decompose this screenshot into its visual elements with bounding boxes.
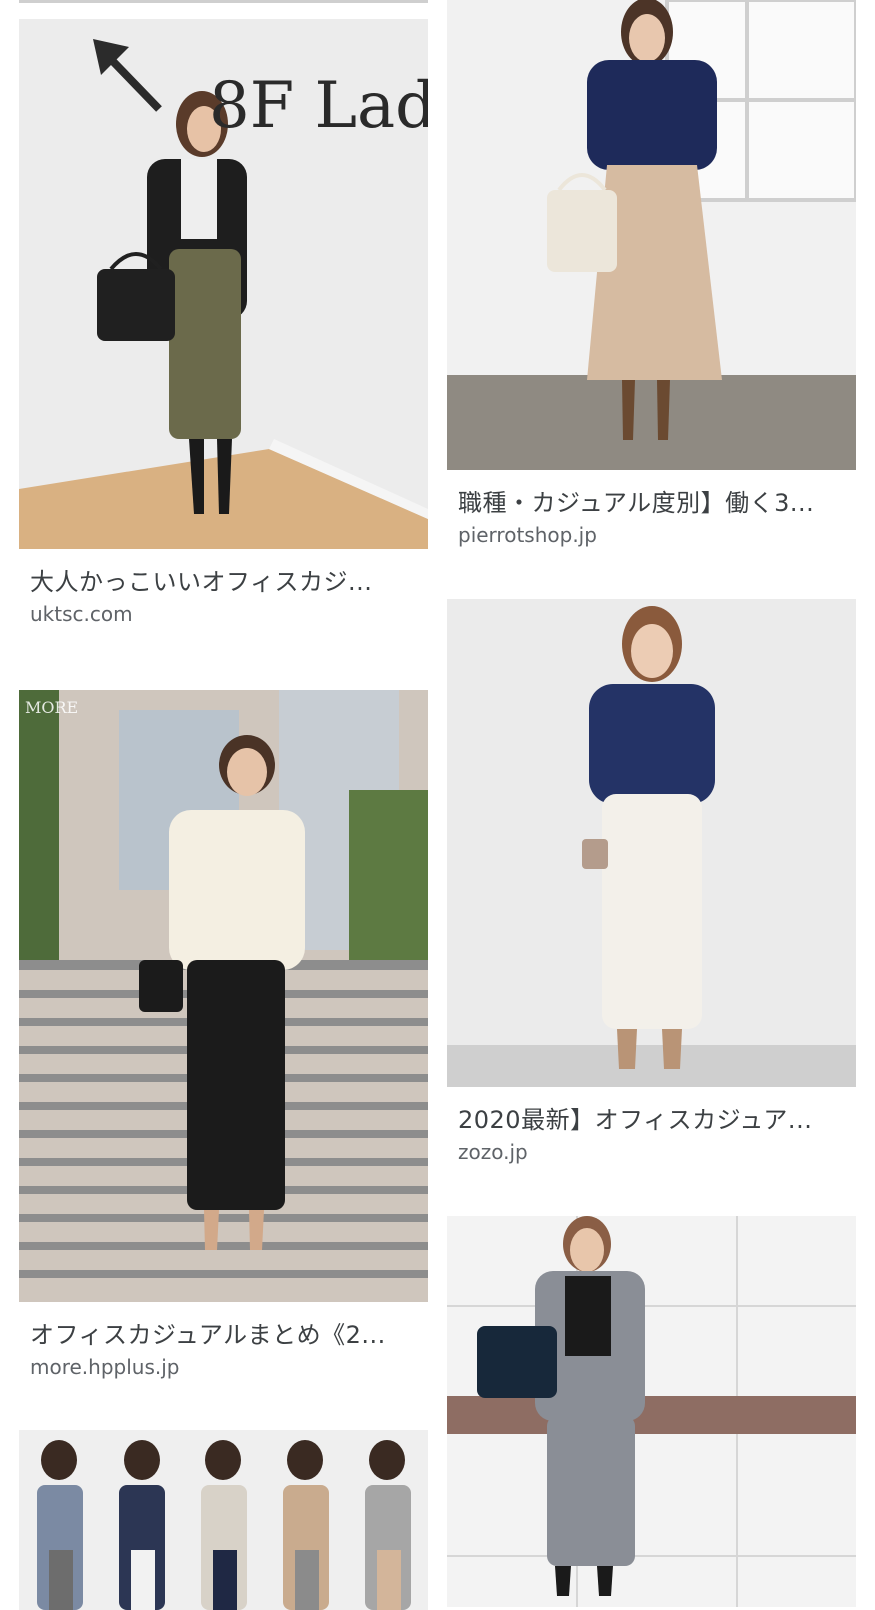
result-card[interactable]: 2020最新】オフィスカジュア... zozo.jp (447, 599, 856, 1187)
result-source[interactable]: more.hpplus.jp (19, 1350, 428, 1380)
result-source[interactable]: uktsc.com (19, 597, 428, 627)
watermark-text: MORE (25, 698, 79, 717)
result-image[interactable]: MORE (19, 690, 428, 1302)
result-image[interactable] (447, 0, 856, 470)
result-card[interactable]: 8F Ladie 大人かっこいいオフィスカジ... uktsc.com (19, 19, 428, 649)
result-caption: 2020最新】オフィスカジュア... zozo.jp (447, 1087, 856, 1187)
result-image[interactable] (447, 599, 856, 1087)
result-image[interactable] (19, 1430, 428, 1610)
result-caption: 大人かっこいいオフィスカジ... uktsc.com (19, 549, 428, 649)
result-caption: 職種・カジュアル度別】働く3... pierrotshop.jp (447, 470, 856, 570)
result-image[interactable]: 8F Ladie (19, 19, 428, 549)
result-title[interactable]: 大人かっこいいオフィスカジ... (19, 549, 428, 597)
result-caption: オフィスカジュアルまとめ《2... more.hpplus.jp (19, 1302, 428, 1402)
result-image[interactable] (447, 1216, 856, 1607)
result-card[interactable]: 職種・カジュアル度別】働く3... pierrotshop.jp (447, 0, 856, 570)
result-source[interactable]: pierrotshop.jp (447, 518, 856, 548)
result-title[interactable]: オフィスカジュアルまとめ《2... (19, 1302, 428, 1350)
result-title[interactable]: 2020最新】オフィスカジュア... (447, 1087, 856, 1135)
result-title[interactable]: 職種・カジュアル度別】働く3... (447, 470, 856, 518)
result-card[interactable] (447, 1216, 856, 1607)
previous-result-edge (19, 0, 428, 3)
result-card[interactable]: MORE オフィスカジュアルまとめ《2... more.hpplus.jp (19, 690, 428, 1402)
result-card[interactable] (19, 1430, 428, 1610)
result-source[interactable]: zozo.jp (447, 1135, 856, 1165)
sign-text: 8F Ladie (209, 69, 428, 143)
